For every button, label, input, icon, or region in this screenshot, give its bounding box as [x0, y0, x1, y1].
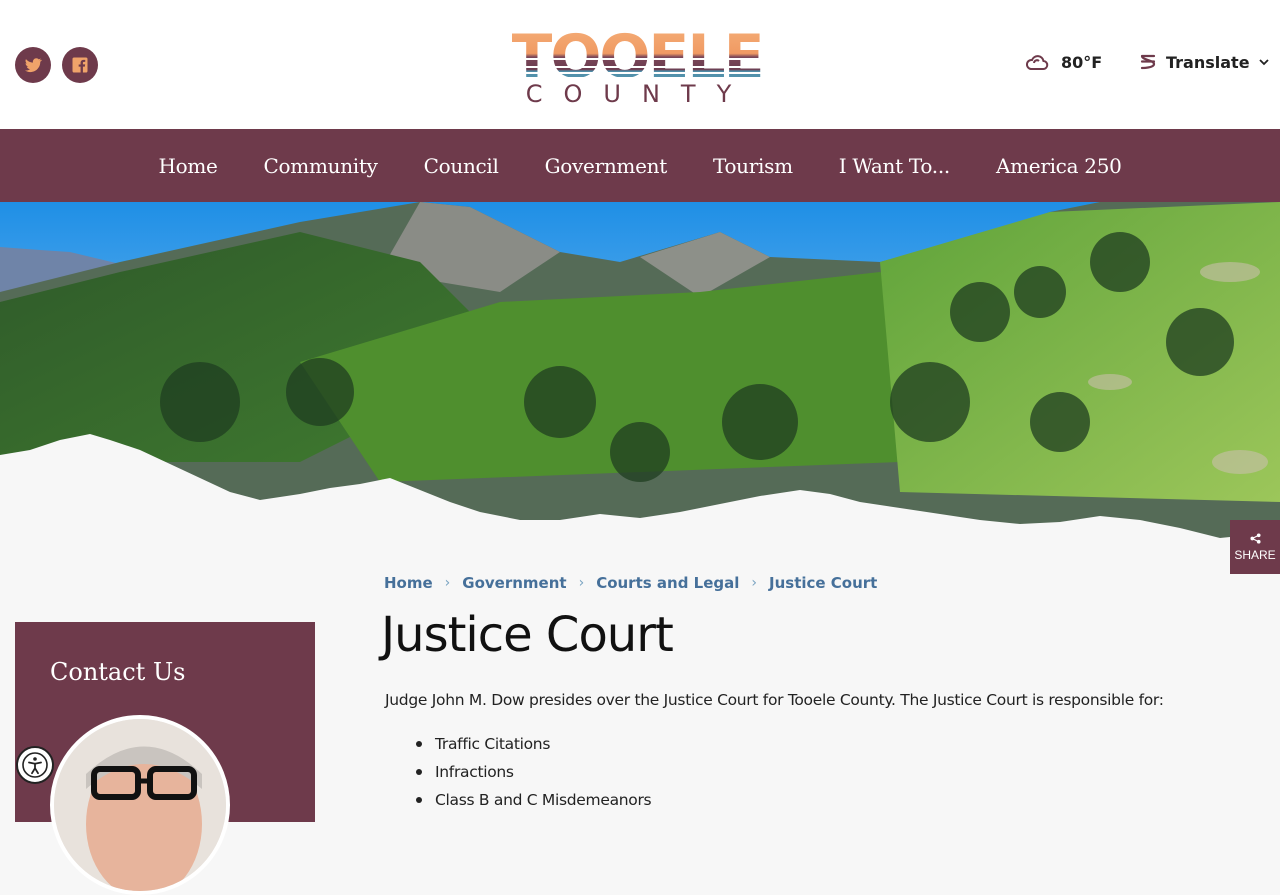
tooele-county-logo[interactable]: TOOELE COUNTY [512, 22, 762, 106]
weather-temperature: 80°F [1061, 52, 1103, 72]
breadcrumb: Home › Government › Courts and Legal › J… [384, 574, 877, 592]
judge-portrait-image [54, 719, 226, 891]
nav-community[interactable]: Community [241, 154, 401, 178]
twitter-icon [25, 58, 42, 73]
list-item: Traffic Citations [415, 733, 651, 761]
breadcrumb-courts-and-legal[interactable]: Courts and Legal [596, 574, 739, 592]
share-icon [1249, 532, 1261, 544]
nav-home[interactable]: Home [135, 154, 240, 178]
nav-council[interactable]: Council [401, 154, 522, 178]
judge-photo [50, 715, 230, 895]
chevron-down-icon [1258, 59, 1269, 66]
mountain-landscape-image [0, 202, 1280, 552]
accessibility-icon [22, 752, 48, 778]
list-item: Class B and C Misdemeanors [415, 789, 652, 817]
nav-i-want-to[interactable]: I Want To... [816, 154, 973, 178]
intro-paragraph: Judge John M. Dow presides over the Just… [385, 691, 1164, 709]
cloud-icon [1025, 55, 1049, 70]
breadcrumb-government[interactable]: Government [462, 574, 566, 592]
chevron-right-icon: › [578, 575, 585, 591]
share-button[interactable]: SHARE [1230, 520, 1280, 574]
breadcrumb-home[interactable]: Home [384, 574, 433, 592]
share-label: SHARE [1234, 547, 1276, 562]
facebook-link[interactable] [62, 47, 98, 83]
nav-government[interactable]: Government [522, 154, 690, 178]
nav-america-250[interactable]: America 250 [973, 154, 1145, 178]
site-header: TOOELE COUNTY 80°F Translate [0, 0, 1280, 129]
weather-widget[interactable]: 80°F [1025, 52, 1102, 72]
main-navigation: Home Community Council Government Touris… [0, 129, 1280, 202]
breadcrumb-justice-court[interactable]: Justice Court [769, 574, 877, 592]
responsibilities-list: Traffic Citations Infractions Class B an… [415, 733, 652, 817]
list-item: Infractions [415, 761, 651, 789]
twitter-link[interactable] [15, 47, 51, 83]
facebook-icon [72, 57, 88, 73]
translate-label: Translate [1166, 52, 1250, 72]
translate-dropdown[interactable]: Translate [1138, 52, 1270, 72]
contact-us-panel: Contact Us [15, 622, 315, 895]
accessibility-button[interactable] [16, 746, 54, 784]
logo-wordmark-bottom: COUNTY [526, 80, 753, 106]
nav-tourism[interactable]: Tourism [690, 154, 816, 178]
translate-icon [1140, 54, 1156, 70]
chevron-right-icon: › [751, 575, 757, 591]
page-title: Justice Court [381, 607, 674, 663]
hero-banner [0, 202, 1280, 552]
chevron-right-icon: › [444, 575, 451, 591]
contact-title: Contact Us [50, 658, 186, 686]
